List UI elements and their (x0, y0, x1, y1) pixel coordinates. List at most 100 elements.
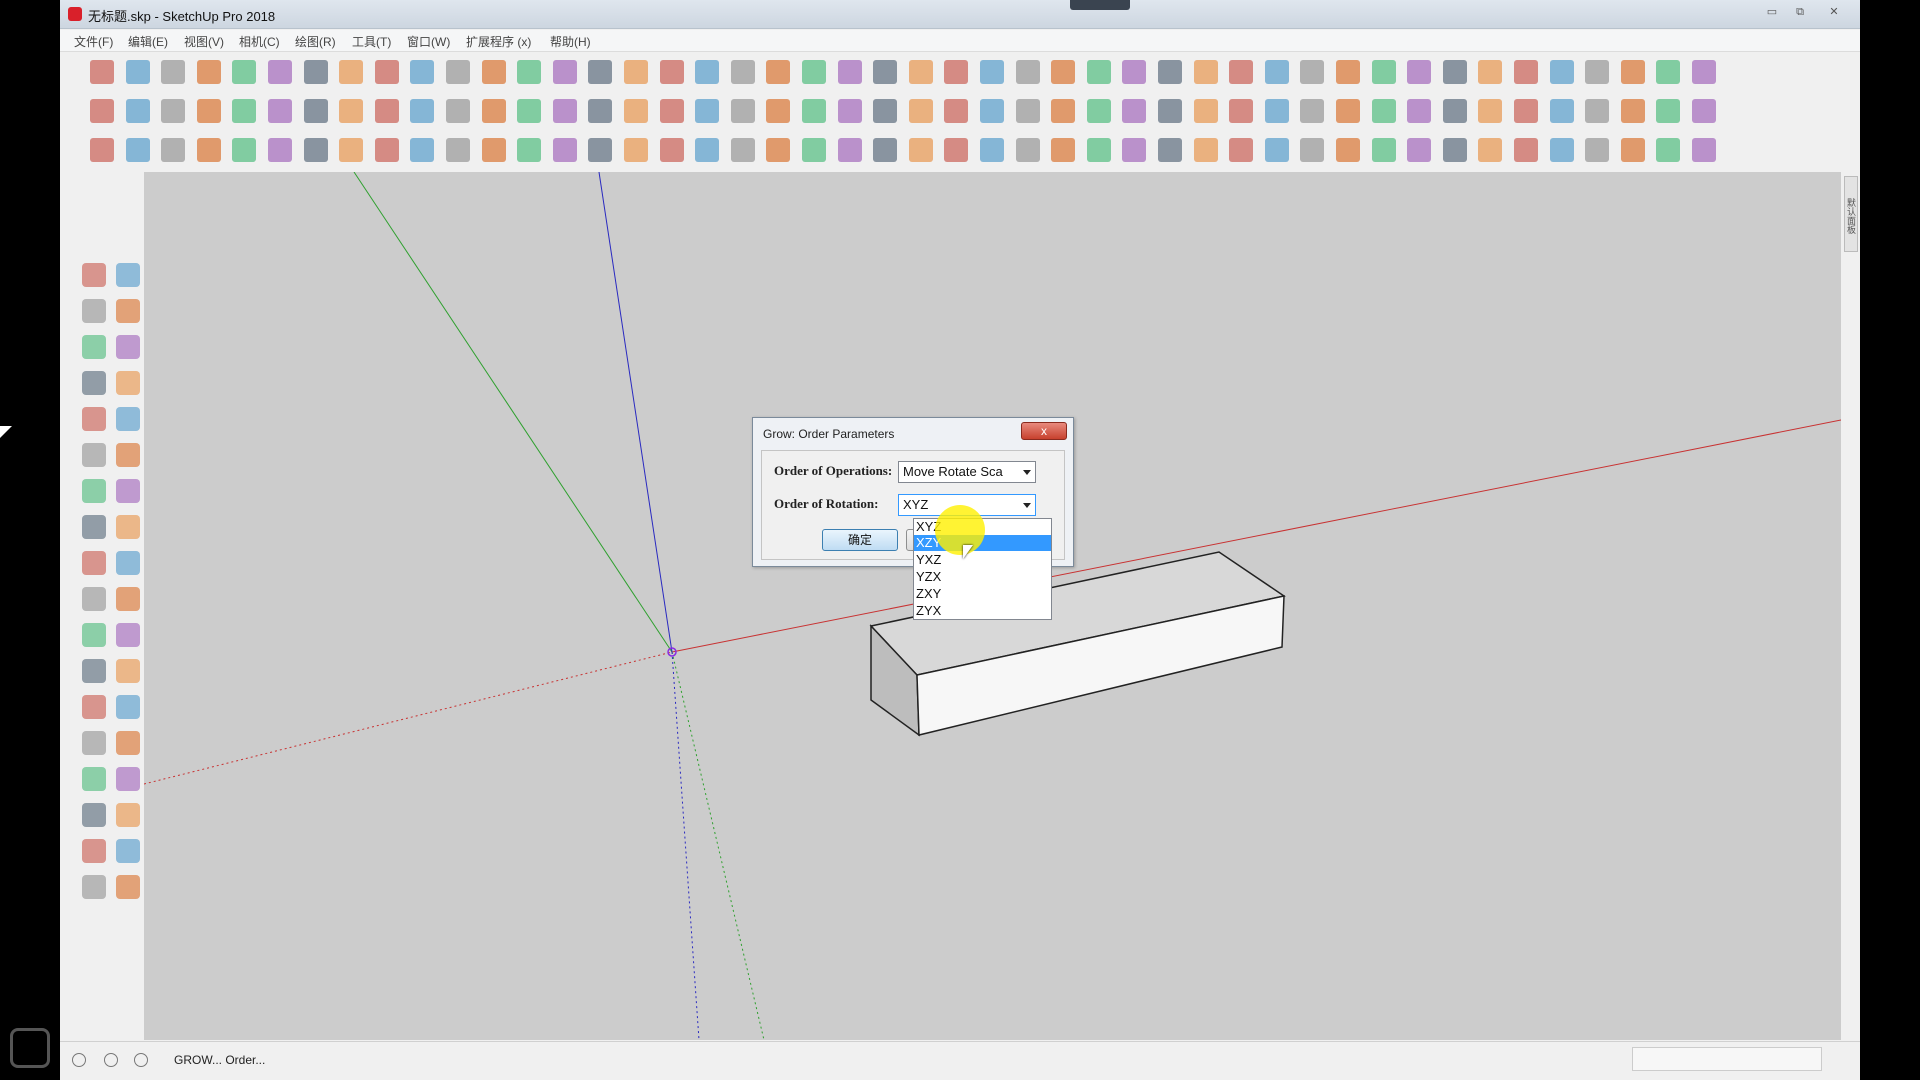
row1-tool-icon-46[interactable] (1692, 60, 1716, 84)
row3-tool-icon-23[interactable] (873, 138, 898, 162)
row3-tool-icon-9[interactable] (374, 138, 399, 162)
row1-tool-icon-8[interactable] (339, 60, 364, 84)
left-tool-icon-24[interactable] (116, 659, 140, 683)
row3-tool-icon-21[interactable] (802, 138, 826, 162)
left-tool-icon-17[interactable] (82, 551, 106, 575)
row3-tool-icon-3[interactable] (161, 138, 186, 162)
left-tool-icon-13[interactable] (82, 479, 106, 503)
row1-tool-icon-36[interactable] (1336, 60, 1360, 84)
left-tool-icon-1[interactable] (82, 263, 106, 287)
row2-tool-icon-14[interactable] (552, 99, 577, 123)
row3-tool-icon-7[interactable] (303, 138, 328, 162)
row3-tool-icon-11[interactable] (446, 138, 470, 162)
row2-tool-icon-37[interactable] (1371, 99, 1396, 123)
row3-tool-icon-28[interactable] (1051, 138, 1076, 162)
left-tool-icon-4[interactable] (116, 299, 140, 323)
row3-tool-icon-8[interactable] (339, 138, 364, 162)
left-tool-icon-31[interactable] (82, 803, 106, 827)
row2-tool-icon-26[interactable] (980, 99, 1004, 123)
row3-tool-icon-34[interactable] (1264, 138, 1289, 162)
row3-tool-icon-4[interactable] (196, 138, 221, 162)
left-tool-icon-34[interactable] (116, 839, 140, 863)
row3-tool-icon-5[interactable] (232, 138, 257, 162)
info-icon[interactable] (104, 1053, 118, 1067)
row2-tool-icon-31[interactable] (1158, 99, 1182, 123)
row3-tool-icon-45[interactable] (1656, 138, 1681, 162)
row2-tool-icon-24[interactable] (908, 99, 933, 123)
row2-tool-icon-28[interactable] (1051, 99, 1076, 123)
row1-tool-icon-33[interactable] (1229, 60, 1254, 84)
row2-tool-icon-46[interactable] (1692, 99, 1716, 123)
row3-tool-icon-29[interactable] (1086, 138, 1111, 162)
row2-tool-icon-11[interactable] (446, 99, 470, 123)
row2-tool-icon-42[interactable] (1549, 99, 1574, 123)
row2-tool-icon-13[interactable] (517, 99, 542, 123)
left-tool-icon-20[interactable] (116, 587, 140, 611)
row2-tool-icon-23[interactable] (873, 99, 898, 123)
dialog-close-button[interactable]: x (1021, 422, 1067, 440)
left-tool-icon-29[interactable] (82, 767, 106, 791)
left-tool-icon-14[interactable] (116, 479, 140, 503)
row2-tool-icon-21[interactable] (802, 99, 826, 123)
row1-tool-icon-4[interactable] (196, 60, 221, 84)
menu-file[interactable]: 文件(F) (74, 33, 113, 50)
row1-tool-icon-7[interactable] (303, 60, 328, 84)
row2-tool-icon-16[interactable] (624, 99, 648, 123)
row1-tool-icon-30[interactable] (1122, 60, 1147, 84)
row1-tool-icon-11[interactable] (446, 60, 470, 84)
row2-tool-icon-7[interactable] (303, 99, 328, 123)
row2-tool-icon-1[interactable] (90, 99, 114, 123)
row1-tool-icon-13[interactable] (517, 60, 542, 84)
left-tool-icon-26[interactable] (116, 695, 140, 719)
row1-tool-icon-25[interactable] (944, 60, 969, 84)
left-tool-icon-22[interactable] (116, 623, 140, 647)
row1-tool-icon-19[interactable] (730, 60, 755, 84)
row2-tool-icon-2[interactable] (125, 99, 150, 123)
row1-tool-icon-40[interactable] (1478, 60, 1503, 84)
row3-tool-icon-32[interactable] (1193, 138, 1218, 162)
row3-tool-icon-16[interactable] (624, 138, 648, 162)
row2-tool-icon-18[interactable] (695, 99, 720, 123)
row1-tool-icon-44[interactable] (1620, 60, 1645, 84)
row1-tool-icon-21[interactable] (802, 60, 826, 84)
menu-window[interactable]: 窗口(W) (407, 33, 450, 50)
left-tool-icon-16[interactable] (116, 515, 140, 539)
rotation-option-yxz[interactable]: YXZ (914, 552, 1051, 568)
row1-tool-icon-39[interactable] (1442, 60, 1467, 84)
row2-tool-icon-38[interactable] (1407, 99, 1432, 123)
left-tool-icon-25[interactable] (82, 695, 106, 719)
rotation-option-yzx[interactable]: YZX (914, 569, 1051, 585)
row1-tool-icon-38[interactable] (1407, 60, 1432, 84)
left-tool-icon-11[interactable] (82, 443, 106, 467)
row3-tool-icon-6[interactable] (268, 138, 292, 162)
screen-recorder-tab[interactable] (1070, 0, 1130, 10)
row2-tool-icon-20[interactable] (766, 99, 791, 123)
row1-tool-icon-27[interactable] (1015, 60, 1040, 84)
row1-tool-icon-3[interactable] (161, 60, 186, 84)
row3-tool-icon-19[interactable] (730, 138, 755, 162)
left-tool-icon-33[interactable] (82, 839, 106, 863)
menu-extensions[interactable]: 扩展程序 (x) (466, 33, 531, 50)
row3-tool-icon-31[interactable] (1158, 138, 1182, 162)
row2-tool-icon-17[interactable] (659, 99, 684, 123)
row1-tool-icon-37[interactable] (1371, 60, 1396, 84)
row1-tool-icon-10[interactable] (410, 60, 435, 84)
ok-button[interactable]: 确定 (822, 529, 898, 551)
row2-tool-icon-9[interactable] (374, 99, 399, 123)
row2-tool-icon-8[interactable] (339, 99, 364, 123)
row2-tool-icon-32[interactable] (1193, 99, 1218, 123)
row3-tool-icon-44[interactable] (1620, 138, 1645, 162)
left-tool-icon-27[interactable] (82, 731, 106, 755)
operations-select[interactable]: Move Rotate Sca (898, 461, 1036, 483)
close-window-button[interactable]: ✕ (1822, 4, 1846, 20)
row1-tool-icon-5[interactable] (232, 60, 257, 84)
row3-tool-icon-20[interactable] (766, 138, 791, 162)
row3-tool-icon-42[interactable] (1549, 138, 1574, 162)
left-tool-icon-10[interactable] (116, 407, 140, 431)
row2-tool-icon-19[interactable] (730, 99, 755, 123)
row3-tool-icon-15[interactable] (588, 138, 613, 162)
row1-tool-icon-41[interactable] (1514, 60, 1538, 84)
row2-tool-icon-29[interactable] (1086, 99, 1111, 123)
row3-tool-icon-36[interactable] (1336, 138, 1360, 162)
row3-tool-icon-1[interactable] (90, 138, 114, 162)
